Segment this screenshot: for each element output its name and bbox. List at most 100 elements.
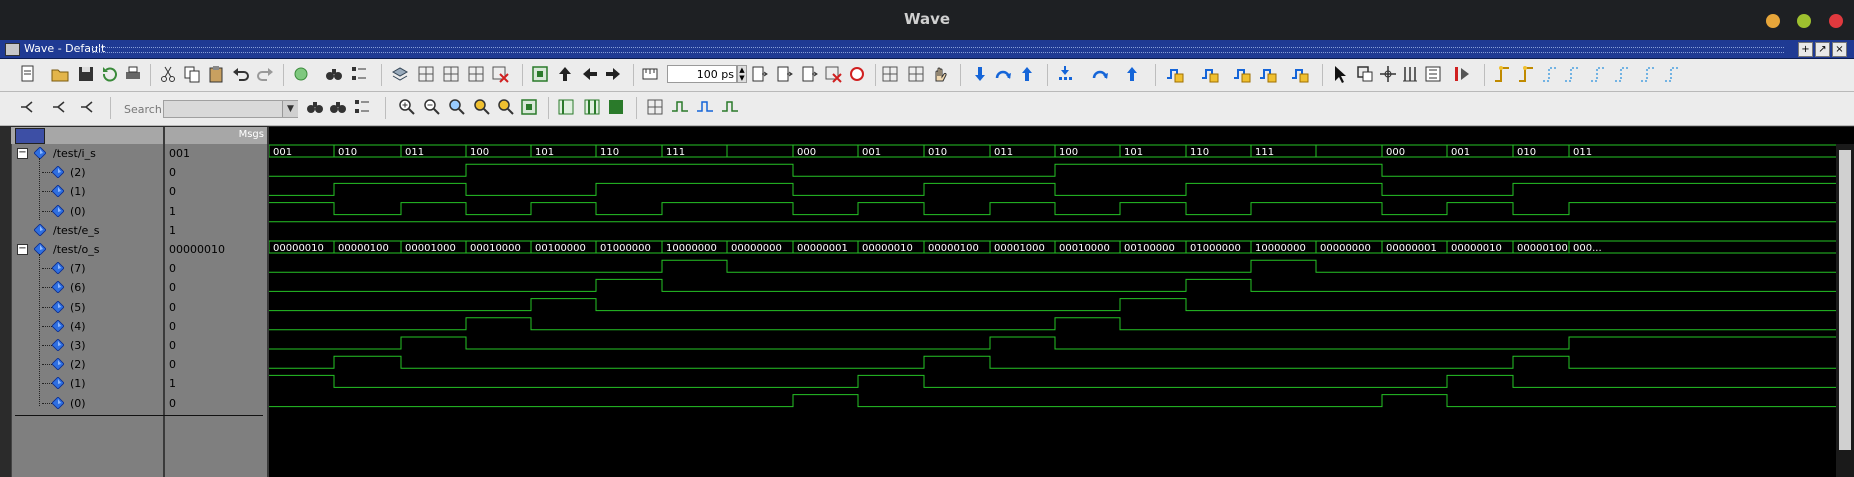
redo-icon[interactable] xyxy=(255,64,275,84)
edge-yellow-2-icon[interactable] xyxy=(1516,64,1536,84)
expand-toggle[interactable]: − xyxy=(17,148,28,159)
signal-name[interactable]: (5) xyxy=(70,301,86,314)
find-icon[interactable] xyxy=(324,64,344,84)
delete-icon[interactable] xyxy=(490,64,510,84)
pane-divider[interactable] xyxy=(163,127,165,477)
zoom-cursor-icon[interactable] xyxy=(472,97,492,117)
edit-bars-icon[interactable] xyxy=(1400,64,1420,84)
signal-name[interactable]: (3) xyxy=(70,339,86,352)
expand-toggle[interactable]: − xyxy=(17,244,28,255)
signal-name[interactable]: /test/e_s xyxy=(53,224,100,237)
zoom-step-spinner[interactable]: ▲ ▼ xyxy=(737,65,747,83)
step-curve-icon[interactable] xyxy=(1090,64,1110,84)
reload-icon[interactable] xyxy=(100,64,120,84)
signal-name[interactable]: (0) xyxy=(70,397,86,410)
search-options-icon[interactable] xyxy=(352,97,372,117)
break-icon[interactable] xyxy=(823,64,843,84)
merge-icon[interactable] xyxy=(50,97,70,117)
edge-blue-3-icon[interactable] xyxy=(1588,64,1608,84)
paste-icon[interactable] xyxy=(206,64,226,84)
insert-box-icon[interactable] xyxy=(530,64,550,84)
table-icon[interactable] xyxy=(441,64,461,84)
wave-edge-3-icon[interactable] xyxy=(720,97,740,117)
zoom-box-icon[interactable] xyxy=(1355,64,1375,84)
step-out-icon[interactable] xyxy=(1017,64,1037,84)
new-doc-icon[interactable] xyxy=(18,64,38,84)
red-bar-icon[interactable] xyxy=(1452,64,1472,84)
run-step-icon[interactable] xyxy=(750,64,770,84)
cut-icon[interactable] xyxy=(158,64,178,84)
vertical-scrollbar[interactable] xyxy=(1836,144,1854,477)
cursor-3-icon[interactable] xyxy=(606,97,626,117)
scrollbar-thumb[interactable] xyxy=(1839,150,1851,450)
wave-tool-2-icon[interactable] xyxy=(1200,64,1220,84)
minimize-button[interactable] xyxy=(1766,14,1780,28)
signal-name[interactable]: (7) xyxy=(70,262,86,275)
edge-blue-2-icon[interactable] xyxy=(1562,64,1582,84)
pan-icon[interactable] xyxy=(1378,64,1398,84)
zoom-full-icon[interactable] xyxy=(447,97,467,117)
copy-icon[interactable] xyxy=(182,64,202,84)
dock-plus-icon[interactable]: + xyxy=(1798,42,1813,57)
grid-icon[interactable] xyxy=(416,64,436,84)
wave-tool-1-icon[interactable] xyxy=(1165,64,1185,84)
right-arrow-icon[interactable] xyxy=(603,64,623,84)
step-up-icon[interactable] xyxy=(1122,64,1142,84)
drag-grip[interactable] xyxy=(92,47,1784,53)
edge-yellow-icon[interactable] xyxy=(1492,64,1512,84)
undock-icon[interactable]: ↗ xyxy=(1815,42,1830,57)
cursor-1-icon[interactable] xyxy=(556,97,576,117)
up-arrow-icon[interactable] xyxy=(555,64,575,84)
step-into-icon[interactable] xyxy=(970,64,990,84)
ruler-icon[interactable] xyxy=(640,64,660,84)
close-button[interactable] xyxy=(1829,14,1843,28)
wave-tool-4-icon[interactable] xyxy=(1258,64,1278,84)
list-icon[interactable] xyxy=(349,64,369,84)
compile-icon[interactable] xyxy=(291,64,311,84)
signal-name[interactable]: (6) xyxy=(70,281,86,294)
edge-blue-6-icon[interactable] xyxy=(1662,64,1682,84)
signal-name[interactable]: (2) xyxy=(70,166,86,179)
zoom-region-icon[interactable] xyxy=(519,97,539,117)
signal-name[interactable]: (0) xyxy=(70,205,86,218)
search-prev-icon[interactable] xyxy=(328,97,348,117)
run-all-icon[interactable] xyxy=(800,64,820,84)
search-list-icon[interactable] xyxy=(466,64,486,84)
zoom-out-icon[interactable] xyxy=(422,97,442,117)
hand-icon[interactable] xyxy=(930,64,950,84)
layers-icon[interactable] xyxy=(390,64,410,84)
search-next-icon[interactable] xyxy=(305,97,325,117)
save-icon[interactable] xyxy=(76,64,96,84)
wave-edge-2-icon[interactable] xyxy=(695,97,715,117)
waveform-pane[interactable]: 001 010 011 100 101 110 111 000 001 010 011 100 101 1… xyxy=(269,144,1836,477)
split-icon[interactable] xyxy=(18,97,38,117)
dotted-grid-icon[interactable] xyxy=(645,97,665,117)
zoom-in-icon[interactable] xyxy=(397,97,417,117)
edge-blue-icon[interactable] xyxy=(1540,64,1560,84)
signal-name[interactable]: (1) xyxy=(70,377,86,390)
signal-name[interactable]: (4) xyxy=(70,320,86,333)
search-dropdown-icon[interactable]: ▼ xyxy=(282,101,298,117)
signal-name[interactable]: /test/i_s xyxy=(53,147,96,160)
edge-blue-5-icon[interactable] xyxy=(1638,64,1658,84)
ladder-icon[interactable] xyxy=(1423,64,1443,84)
zoom-step-input[interactable]: 100 ps xyxy=(667,65,737,83)
search-input[interactable] xyxy=(163,100,298,118)
signal-name[interactable]: /test/o_s xyxy=(53,243,100,256)
cursor-2-icon[interactable] xyxy=(582,97,602,117)
wave-tool-3-icon[interactable] xyxy=(1232,64,1252,84)
wave-format-dropdown-icon[interactable] xyxy=(15,128,45,144)
step-over-icon[interactable] xyxy=(993,64,1013,84)
maximize-button[interactable] xyxy=(1797,14,1811,28)
stop-icon[interactable] xyxy=(847,64,867,84)
step-down-icon[interactable] xyxy=(1055,64,1075,84)
subwindow-close-icon[interactable]: × xyxy=(1832,42,1847,57)
memory-icon[interactable] xyxy=(880,64,900,84)
run-continue-icon[interactable] xyxy=(775,64,795,84)
left-arrow-icon[interactable] xyxy=(580,64,600,84)
print-icon[interactable] xyxy=(123,64,143,84)
signal-name[interactable]: (2) xyxy=(70,358,86,371)
wave-edge-1-icon[interactable] xyxy=(670,97,690,117)
open-folder-icon[interactable] xyxy=(50,64,70,84)
select-pointer-icon[interactable] xyxy=(1330,64,1350,84)
